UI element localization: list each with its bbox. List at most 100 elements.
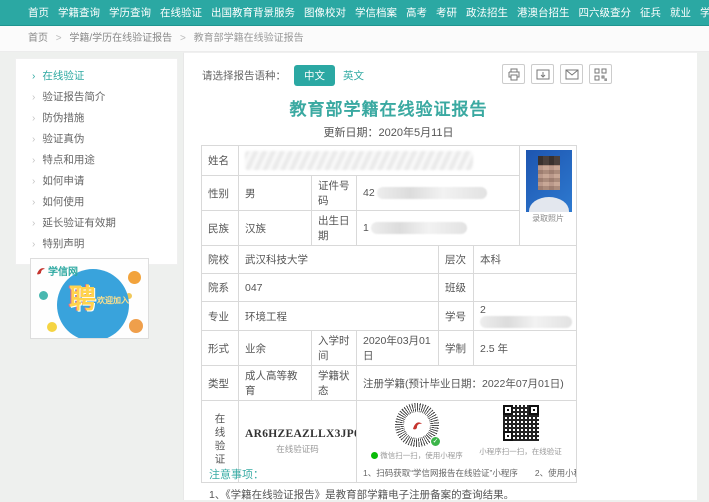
qr-zone: ✓ 微信扫一扫，使用小程序 小程序扫一扫，在线验证 1、扫码获取“学信网报告在线…	[355, 400, 578, 484]
breadcrumb-report-list[interactable]: 学籍/学历在线验证报告	[69, 33, 172, 44]
student-id-value: 2	[472, 300, 578, 332]
chevron-right-icon: ›	[32, 218, 36, 229]
nav-item-cet[interactable]: 四六级查分	[579, 5, 632, 20]
breadcrumb-current-page: 教育部学籍在线验证报告	[193, 33, 304, 44]
photo-caption: 录取照片	[532, 214, 565, 223]
department-value: 047	[238, 273, 439, 302]
type-label: 类型	[201, 365, 239, 402]
chsi-bird-icon	[37, 267, 45, 274]
ad-dot	[128, 271, 141, 284]
nav-item-zhengbing[interactable]: 征兵	[640, 5, 661, 20]
sidebar-item-label: 防伪措施	[42, 112, 85, 124]
wechat-miniprogram-qrcode: ✓	[395, 403, 442, 448]
chevron-right-icon: ›	[32, 239, 36, 250]
sidebar-item-how-to-apply[interactable]: › 如何申请	[16, 171, 177, 192]
sidebar-item-extend-validity[interactable]: › 延长验证有效期	[16, 213, 177, 234]
nav-item-gangaotai[interactable]: 港澳台招生	[517, 5, 570, 20]
chevron-right-icon: ›	[32, 92, 36, 103]
chevron-right-icon: ›	[32, 134, 36, 145]
language-label: 请选择报告语种：	[202, 70, 286, 82]
nav-item-xuezhi[interactable]: 学职平台	[700, 5, 709, 20]
nav-item-jiuye[interactable]: 就业	[670, 5, 691, 20]
birthdate-label: 出生日期	[311, 210, 357, 246]
chevron-right-icon: ›	[32, 197, 36, 208]
major-label: 专业	[201, 300, 239, 332]
status-value: 注册学籍(预计毕业日期：2022年07月01日)	[355, 365, 578, 402]
sidebar-item-online-verify[interactable]: › 在线验证	[16, 66, 177, 87]
table-row: 姓名 录取照片	[201, 145, 578, 246]
sidebar-item-anti-fake[interactable]: › 防伪措施	[16, 108, 177, 129]
caption-text: 微信扫一扫，使用小程序	[380, 451, 463, 461]
table-row: 专业 环境工程 学号 2	[201, 300, 578, 332]
nav-item-gaokao[interactable]: 高考	[406, 5, 427, 20]
photo-face	[538, 156, 561, 190]
chevron-right-icon: ›	[32, 71, 36, 82]
caption-text: 小程序扫一扫，在线验证	[479, 447, 562, 457]
sidebar-item-report-intro[interactable]: › 验证报告简介	[16, 87, 177, 108]
department-label: 院系	[201, 273, 239, 302]
print-button[interactable]	[502, 64, 525, 84]
save-button[interactable]	[531, 64, 554, 84]
redacted-id	[376, 187, 487, 200]
chsi-bird-icon	[412, 422, 422, 430]
table-row: 院系 047 班级	[201, 273, 578, 302]
language-en-button[interactable]: 英文	[343, 68, 364, 83]
sidebar-item-how-to-use[interactable]: › 如何使用	[16, 192, 177, 213]
sidebar-item-label: 验证报告简介	[42, 91, 106, 103]
nav-item-abroad-service[interactable]: 出国教育背景服务	[211, 5, 295, 20]
sidebar-menu: › 在线验证 › 验证报告简介 › 防伪措施 › 验证真伪 › 特点和用途 › 如何申请 ›…	[15, 58, 178, 265]
gender-label: 性别	[201, 175, 239, 211]
id-number-value: 42	[355, 175, 521, 211]
verification-code-label: 在线验证码	[276, 444, 319, 455]
redacted-name	[245, 151, 473, 170]
sidebar-item-special-statement[interactable]: › 特别声明	[16, 234, 177, 255]
verify-qrcode	[500, 403, 541, 444]
birth-prefix: 1	[363, 221, 369, 234]
sidebar-item-label: 如何申请	[42, 175, 85, 187]
major-value: 环境工程	[238, 300, 439, 332]
name-label: 姓名	[201, 145, 239, 176]
breadcrumb-separator: >	[179, 33, 186, 44]
language-selector: 请选择报告语种： 中文 英文	[202, 65, 364, 86]
recruitment-ad-banner[interactable]: 学信网 聘 欢迎加入	[30, 258, 149, 339]
level-value: 本科	[472, 245, 578, 274]
language-zh-button[interactable]: 中文	[294, 65, 335, 86]
chsi-logo: 学信网	[36, 263, 78, 278]
email-icon	[565, 69, 578, 79]
class-value	[472, 273, 578, 302]
nav-item-home[interactable]: 首页	[28, 5, 49, 20]
nav-item-xueji-query[interactable]: 学籍查询	[58, 5, 100, 20]
report-panel: 请选择报告语种： 中文 英文 教育部学籍在线验证报告 更新日期：2020年5月1…	[183, 52, 697, 501]
redacted-student-id	[480, 316, 572, 329]
chevron-right-icon: ›	[32, 176, 36, 187]
nav-item-zhengfa[interactable]: 政法招生	[466, 5, 508, 20]
redacted-birthdate	[370, 222, 467, 235]
ad-art: 学信网 聘 欢迎加入	[31, 259, 148, 338]
qr-center	[404, 412, 431, 439]
status-label: 学籍状态	[311, 365, 357, 402]
chevron-right-icon: ›	[32, 113, 36, 124]
school-label: 院校	[201, 245, 239, 274]
breadcrumb-home[interactable]: 首页	[28, 33, 48, 44]
student-status-table: 姓名 录取照片 性别 男 证件号码 42 民族 汉族 出生日期 1 院校 武汉科…	[201, 145, 578, 484]
id-prefix: 42	[363, 186, 375, 199]
email-button[interactable]	[560, 64, 583, 84]
sidebar-item-label: 在线验证	[42, 70, 85, 82]
school-value: 武汉科技大学	[238, 245, 439, 274]
miniprogram-qr-figure: 小程序扫一扫，在线验证	[479, 403, 562, 457]
sidebar-item-verify-truth[interactable]: › 验证真伪	[16, 129, 177, 150]
sidebar-item-features[interactable]: › 特点和用途	[16, 150, 177, 171]
nav-item-online-verify[interactable]: 在线验证	[160, 5, 202, 20]
qr-finder	[528, 405, 539, 416]
nav-item-kaoyan[interactable]: 考研	[436, 5, 457, 20]
verify-qrcode-button[interactable]	[589, 64, 612, 84]
nav-item-archive[interactable]: 学信档案	[355, 5, 397, 20]
admission-photo	[526, 150, 573, 212]
enroll-date-label: 入学时间	[311, 330, 357, 367]
photo-cell: 录取照片	[519, 145, 578, 246]
nav-item-image-check[interactable]: 图像校对	[304, 5, 346, 20]
ad-dot	[129, 319, 143, 333]
nav-item-xueli-query[interactable]: 学历查询	[109, 5, 151, 20]
name-value	[237, 145, 521, 176]
level-label: 层次	[438, 245, 474, 274]
